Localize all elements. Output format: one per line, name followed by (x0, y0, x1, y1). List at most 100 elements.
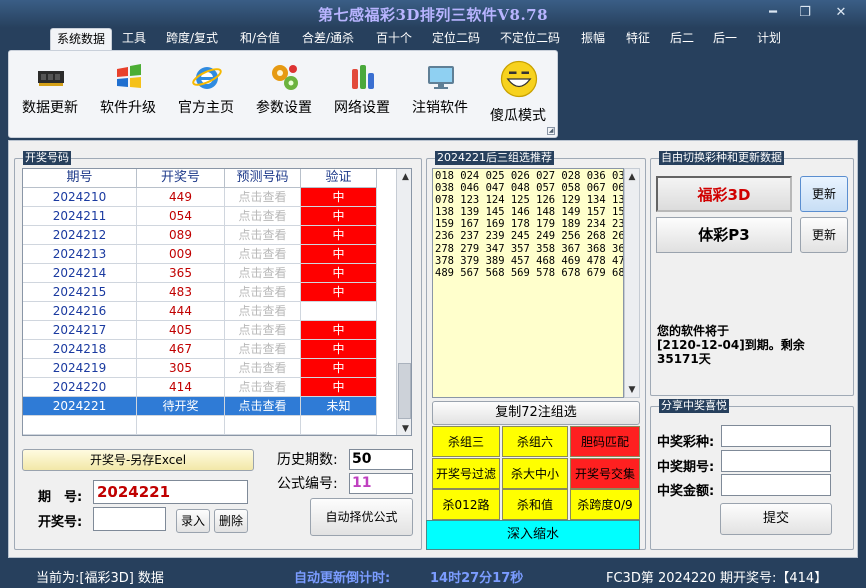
cell-period: 2024215 (23, 283, 137, 302)
cell-prediction[interactable]: 点击查看 (225, 359, 301, 378)
empty-cell (301, 416, 377, 435)
cell-period: 2024220 (23, 378, 137, 397)
period-label: 期 号: (38, 490, 83, 505)
draw-number-label: 开奖号: (38, 515, 83, 530)
win-kind-input[interactable] (721, 425, 831, 447)
cell-verify: 中 (301, 340, 377, 359)
tool-label: 数据更新 (22, 100, 78, 116)
menu-pos-two[interactable]: 定位二码 (426, 28, 486, 50)
menu-plan[interactable]: 计划 (751, 28, 787, 50)
menu-diff-kill[interactable]: 合差/通杀 (296, 28, 360, 50)
grin-face-icon (500, 60, 538, 98)
share-panel-title: 分享中奖喜悦 (659, 399, 729, 413)
delete-button[interactable]: 删除 (214, 509, 248, 533)
combo-panel-title: 2024221后三组选推荐 (435, 151, 554, 165)
draw-intersect-button[interactable]: 开奖号交集 (570, 458, 640, 489)
cell-verify: 中 (301, 321, 377, 340)
deep-filter-button[interactable]: 深入缩水 (426, 520, 640, 550)
enter-button[interactable]: 录入 (176, 509, 210, 533)
cell-prediction[interactable]: 点击查看 (225, 207, 301, 226)
draw-grid[interactable]: 期号 开奖号 预测号码 验证 2024210 449 点击查看中 2024211 054… (22, 168, 412, 436)
menu-nonpos-two[interactable]: 不定位二码 (494, 28, 566, 50)
update-fc3d-button[interactable]: 更新 (800, 176, 848, 212)
kill-group3-button[interactable]: 杀组三 (432, 426, 500, 457)
history-input[interactable]: 50 (349, 449, 413, 470)
cell-prediction[interactable]: 点击查看 (225, 283, 301, 302)
period-input[interactable]: 2024221 (93, 480, 248, 504)
menu-system-data[interactable]: 系统数据 (50, 28, 113, 50)
win-kind-label: 中奖彩种: (657, 435, 715, 450)
cell-period: 2024219 (23, 359, 137, 378)
cell-prediction[interactable]: 点击查看 (225, 378, 301, 397)
kill-sum-button[interactable]: 杀和值 (502, 489, 568, 520)
cell-number: 449 (137, 188, 225, 207)
easy-mode-button[interactable]: 傻瓜模式 (479, 57, 557, 127)
kill-group6-button[interactable]: 杀组六 (502, 426, 568, 457)
export-excel-button[interactable]: 开奖号-另存Excel (22, 449, 254, 471)
restore-button[interactable]: ❐ (790, 4, 820, 22)
combo-scrollbar[interactable]: ▲ ▼ (624, 168, 640, 398)
history-label: 历史期数: (277, 452, 338, 468)
bar-chart-icon (352, 65, 374, 89)
menu-digits[interactable]: 百十个 (370, 28, 418, 50)
status-last-draw: FC3D第 2024220 期开奖号:【414】 (606, 571, 828, 586)
menu-span[interactable]: 跨度/复式 (160, 28, 224, 50)
cell-number: 483 (137, 283, 225, 302)
cell-number: 054 (137, 207, 225, 226)
win-period-label: 中奖期号: (657, 460, 715, 475)
grid-scroll-thumb[interactable] (398, 363, 411, 419)
minimize-button[interactable]: ━ (758, 4, 788, 22)
menu-amplitude[interactable]: 振幅 (575, 28, 611, 50)
menu-last-two[interactable]: 后二 (664, 28, 700, 50)
kill-012-button[interactable]: 杀012路 (432, 489, 500, 520)
col-header-prediction[interactable]: 预测号码 (225, 169, 301, 188)
scroll-up-icon[interactable]: ▲ (397, 169, 411, 185)
win-period-input[interactable] (721, 450, 831, 472)
submit-button[interactable]: 提交 (720, 503, 832, 535)
menu-sum[interactable]: 和/合值 (234, 28, 286, 50)
fc3d-button[interactable]: 福彩3D (656, 176, 792, 212)
win-amount-label: 中奖金额: (657, 484, 715, 499)
scroll-up-icon[interactable]: ▲ (624, 169, 640, 185)
logout-software-button[interactable]: 注销软件 (401, 57, 479, 127)
col-header-period[interactable]: 期号 (23, 169, 137, 188)
close-button[interactable]: ✕ (826, 4, 856, 22)
cell-period: 2024213 (23, 245, 137, 264)
cell-prediction[interactable]: 点击查看 (225, 188, 301, 207)
win-amount-input[interactable] (721, 474, 831, 496)
scroll-down-icon[interactable]: ▼ (397, 421, 411, 435)
update-p3-button[interactable]: 更新 (800, 217, 848, 253)
kill-size-button[interactable]: 杀大中小 (502, 458, 568, 489)
p3-button[interactable]: 体彩P3 (656, 217, 792, 253)
draw-filter-button[interactable]: 开奖号过滤 (432, 458, 500, 489)
menu-last-one[interactable]: 后一 (707, 28, 743, 50)
menu-bar: 系统数据 工具 跨度/复式 和/合值 合差/通杀 百十个 定位二码 不定位二码 … (0, 28, 866, 50)
draw-number-input[interactable] (93, 507, 166, 531)
scroll-down-icon[interactable]: ▼ (624, 382, 640, 398)
homepage-button[interactable]: 官方主页 (167, 57, 245, 127)
settings-button[interactable]: 参数设置 (245, 57, 323, 127)
cell-prediction[interactable]: 点击查看 (225, 264, 301, 283)
cell-prediction[interactable]: 点击查看 (225, 321, 301, 340)
col-header-verify[interactable]: 验证 (301, 169, 377, 188)
network-settings-button[interactable]: 网络设置 (323, 57, 401, 127)
cell-verify: 未知 (301, 397, 377, 416)
cell-prediction[interactable]: 点击查看 (225, 302, 301, 321)
kill-span-button[interactable]: 杀跨度0/9 (570, 489, 640, 520)
menu-tools[interactable]: 工具 (116, 28, 152, 50)
menu-feature[interactable]: 特征 (620, 28, 656, 50)
toolbar-expand-icon[interactable]: ◢ (547, 127, 555, 135)
cell-prediction[interactable]: 点击查看 (225, 245, 301, 264)
bravery-match-button[interactable]: 胆码匹配 (570, 426, 640, 457)
software-upgrade-button[interactable]: 软件升级 (89, 57, 167, 127)
cell-prediction[interactable]: 点击查看 (225, 397, 301, 416)
data-update-button[interactable]: 数据更新 (11, 57, 89, 127)
cell-prediction[interactable]: 点击查看 (225, 340, 301, 359)
combo-list[interactable]: 018 024 025 026 027 028 036 037 038 046 … (432, 168, 624, 398)
cell-verify: 中 (301, 245, 377, 264)
formula-input[interactable]: 11 (349, 473, 413, 494)
col-header-number[interactable]: 开奖号 (137, 169, 225, 188)
auto-formula-button[interactable]: 自动择优公式 (310, 498, 413, 536)
cell-prediction[interactable]: 点击查看 (225, 226, 301, 245)
copy-combos-button[interactable]: 复制72注组选 (432, 401, 640, 425)
